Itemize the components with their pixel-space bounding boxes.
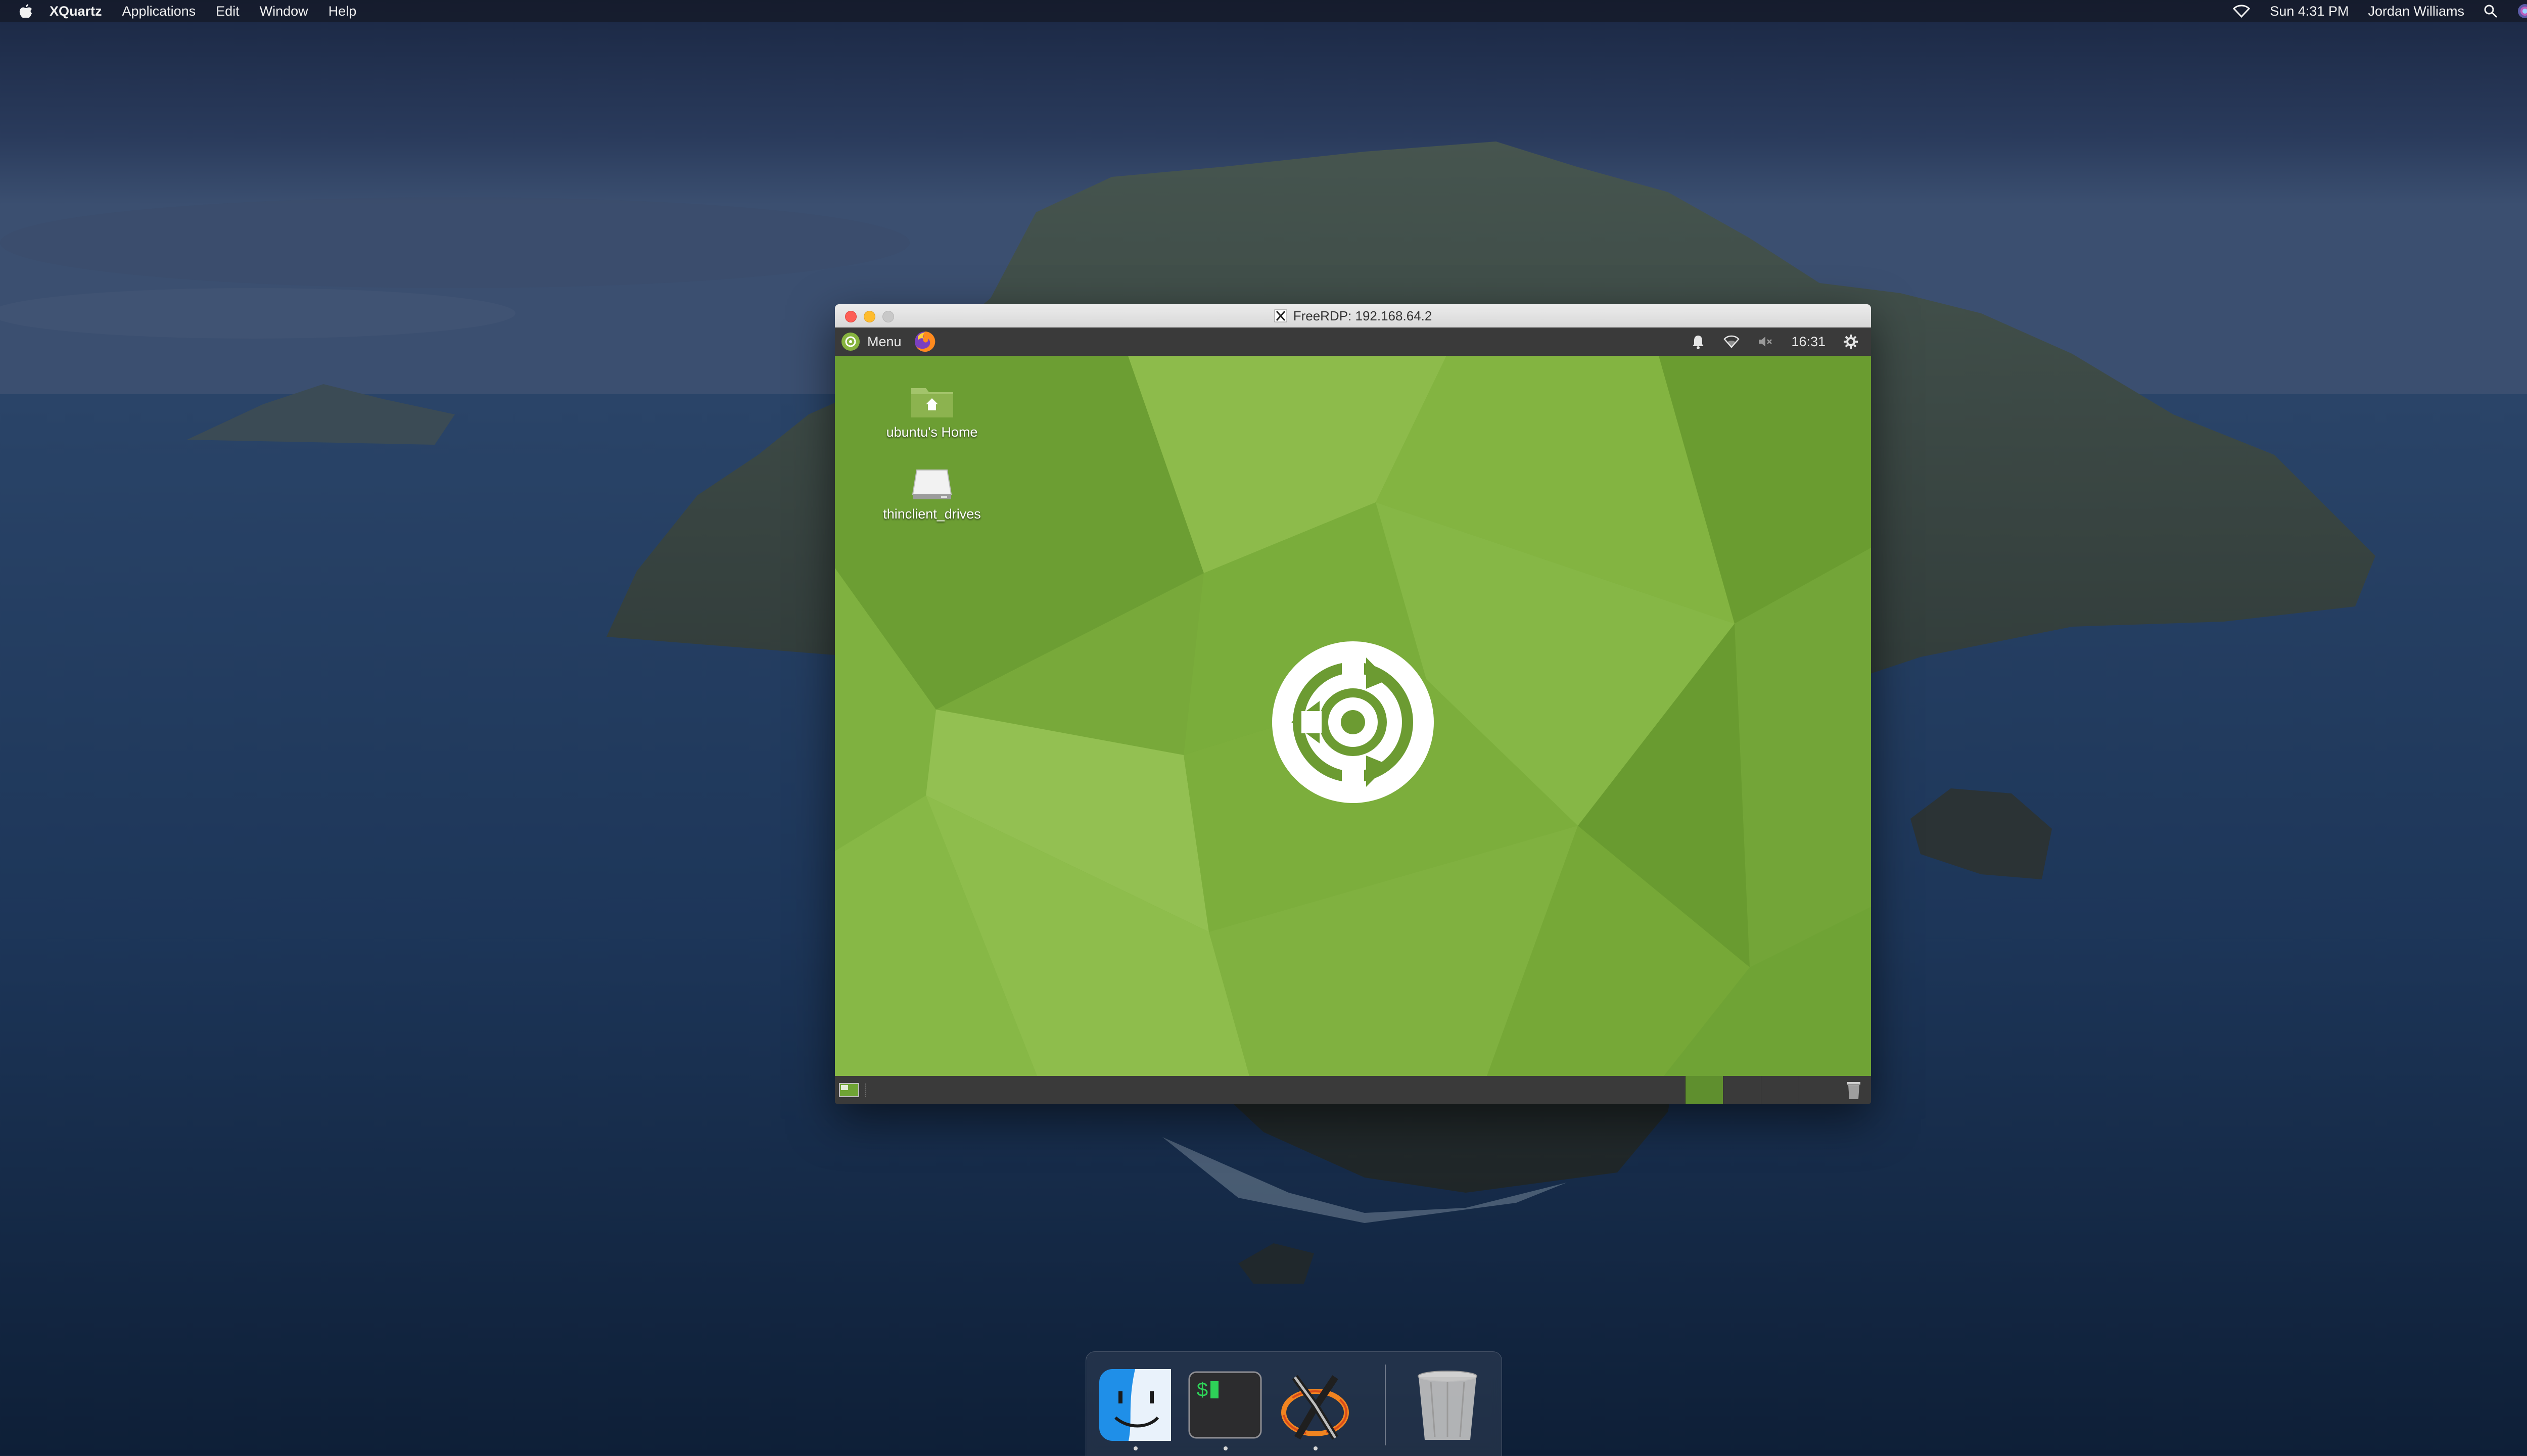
volume-muted-icon[interactable] [1757, 334, 1773, 350]
drive-icon [912, 469, 952, 499]
spotlight-icon[interactable] [2484, 4, 2498, 18]
xquartz-icon[interactable] [1277, 1367, 1353, 1443]
siri-icon[interactable] [2517, 3, 2527, 19]
ubuntu-mate-logo-icon [841, 333, 860, 351]
workspace-1[interactable] [1685, 1076, 1723, 1104]
finder-running-indicator [1134, 1446, 1138, 1450]
menu-edit[interactable]: Edit [216, 4, 240, 19]
macos-menu-bar: XQuartz Applications Edit Window Help Su… [0, 0, 2527, 22]
macos-dock: $ [1086, 1351, 1502, 1456]
xquartz-running-indicator [1314, 1446, 1318, 1450]
terminal-icon[interactable]: $ [1187, 1367, 1263, 1443]
workspace-2[interactable] [1723, 1076, 1761, 1104]
workspace-4[interactable] [1799, 1076, 1837, 1104]
dock-separator [1385, 1365, 1386, 1445]
menu-app-name[interactable]: XQuartz [50, 4, 102, 19]
terminal-running-indicator [1224, 1446, 1228, 1450]
trash-dock-icon[interactable] [1410, 1367, 1485, 1443]
firefox-icon[interactable] [914, 331, 936, 353]
desktop-icon-label: ubuntu's Home [886, 425, 978, 440]
x11-icon [1274, 309, 1287, 322]
menu-applications[interactable]: Applications [122, 4, 196, 19]
workspace-switcher [1685, 1076, 1837, 1104]
workspace-3[interactable] [1761, 1076, 1799, 1104]
finder-icon[interactable] [1097, 1367, 1173, 1443]
menu-window[interactable]: Window [260, 4, 308, 19]
remote-top-panel: Menu 16:31 [835, 327, 1871, 356]
window-controls [845, 311, 901, 322]
remote-menu-button[interactable]: Menu [841, 332, 902, 351]
wifi-icon[interactable] [2232, 4, 2251, 18]
desktop-icon-home[interactable]: ubuntu's Home [876, 381, 988, 440]
remote-menu-label: Menu [867, 334, 902, 349]
trash-icon[interactable] [1846, 1080, 1862, 1100]
window-title: FreeRDP: 192.168.64.2 [1293, 308, 1432, 323]
remote-desktop[interactable]: ubuntu's Home thinclient_drives [835, 356, 1871, 1076]
menu-user[interactable]: Jordan Williams [2368, 4, 2464, 19]
panel-drag-handle[interactable] [865, 1083, 869, 1097]
ubuntu-mate-logo [1272, 641, 1434, 803]
minimize-button[interactable] [864, 311, 875, 322]
bell-icon[interactable] [1690, 334, 1706, 350]
show-desktop-icon[interactable] [839, 1083, 859, 1098]
freerdp-window: FreeRDP: 192.168.64.2 Menu 16:31 ubuntu'… [835, 304, 1871, 1104]
remote-system-tray: 16:31 [1673, 334, 1871, 350]
remote-clock[interactable]: 16:31 [1791, 334, 1826, 350]
zoom-button[interactable] [882, 311, 894, 322]
window-title-bar[interactable]: FreeRDP: 192.168.64.2 [835, 304, 1871, 328]
network-icon[interactable] [1723, 334, 1740, 350]
apple-icon[interactable] [19, 4, 32, 19]
home-folder-icon [911, 388, 953, 417]
svg-text:$: $ [1196, 1380, 1208, 1403]
desktop-icon-thinclient-drives[interactable]: thinclient_drives [876, 463, 988, 522]
desktop-icon-label: thinclient_drives [883, 506, 981, 522]
settings-icon[interactable] [1843, 334, 1859, 350]
remote-bottom-panel [835, 1076, 1871, 1104]
close-button[interactable] [845, 311, 857, 322]
menu-clock[interactable]: Sun 4:31 PM [2270, 4, 2349, 19]
menu-help[interactable]: Help [329, 4, 357, 19]
